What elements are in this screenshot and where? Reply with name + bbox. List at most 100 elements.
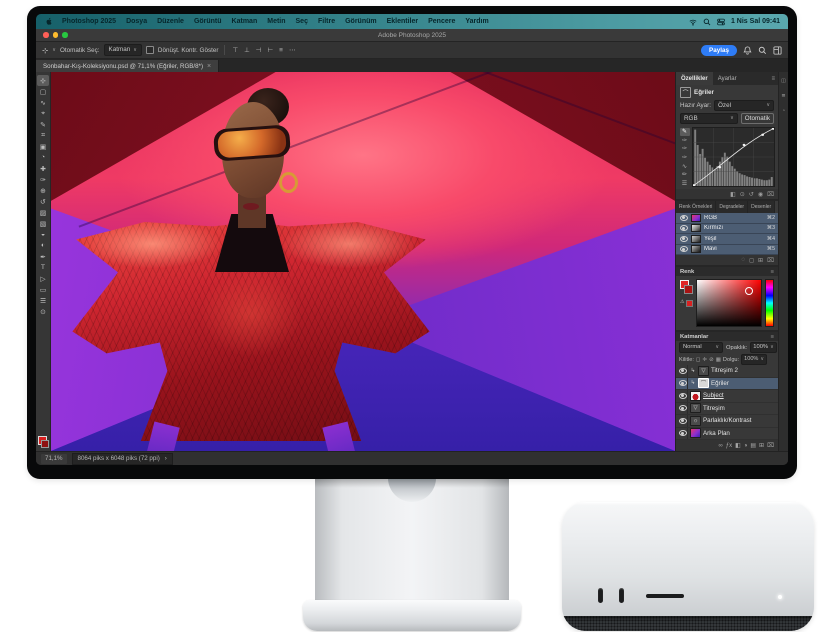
brush-tool[interactable]: ✑: [37, 174, 49, 185]
more-options-icon[interactable]: ⋯: [288, 46, 297, 54]
black-point-sampler-icon[interactable]: ✑: [680, 137, 690, 145]
blend-mode-select[interactable]: Normal ∨: [679, 342, 723, 353]
object-selection-tool[interactable]: ⌖: [37, 108, 49, 119]
layer-row-egriler[interactable]: ↳ ⌒ Eğriler: [676, 378, 778, 391]
toggle-visibility-icon[interactable]: ◉: [758, 191, 763, 198]
layer-thumbnail[interactable]: ☼: [690, 416, 701, 426]
layer-row-titresim[interactable]: ▽ Titreşim: [676, 403, 778, 416]
menu-item-eklentiler[interactable]: Eklentiler: [382, 18, 424, 25]
view-previous-state-icon[interactable]: ⊙: [740, 191, 745, 198]
document-tab[interactable]: Sonbahar-Kış-Koleksiyonu.psd @ 71,1% (Eğ…: [36, 60, 219, 72]
saturation-brightness-field[interactable]: [696, 279, 762, 327]
zoom-level[interactable]: 71,1%: [41, 454, 67, 464]
notifications-bell-icon[interactable]: [743, 46, 752, 55]
history-panel-icon[interactable]: ◔: [782, 108, 785, 114]
path-selection-tool[interactable]: ▷: [37, 273, 49, 284]
save-selection-icon[interactable]: ◻: [749, 257, 754, 264]
delete-channel-icon[interactable]: ⌧: [767, 257, 774, 264]
new-group-icon[interactable]: ▤: [750, 442, 756, 449]
document-canvas[interactable]: [51, 72, 675, 451]
menu-item-dosya[interactable]: Dosya: [121, 18, 152, 25]
align-left-icon[interactable]: ⊣: [255, 46, 263, 54]
eyedropper-tool[interactable]: ◔: [37, 152, 49, 163]
distribute-icon[interactable]: ≡: [278, 47, 284, 54]
history-brush-tool[interactable]: ↺: [37, 196, 49, 207]
layer-row-subject[interactable]: Subject: [676, 390, 778, 403]
panel-menu-icon[interactable]: ≡: [768, 72, 778, 85]
new-layer-icon[interactable]: ⊞: [759, 442, 764, 449]
pen-tool[interactable]: ✒: [37, 251, 49, 262]
auto-button[interactable]: Otomatik: [741, 113, 774, 124]
menu-item-gorunum[interactable]: Görünüm: [340, 18, 382, 25]
crop-tool[interactable]: ⌗: [37, 130, 49, 141]
preset-select[interactable]: Özel ∨: [714, 100, 774, 111]
lock-all-icon[interactable]: ▦: [716, 357, 721, 363]
gradient-tool[interactable]: ▧: [37, 218, 49, 229]
apple-logo-icon[interactable]: [44, 17, 53, 26]
delete-adjustment-icon[interactable]: ⌧: [767, 191, 774, 198]
gamut-color-chip[interactable]: [686, 300, 693, 307]
menu-item-yardim[interactable]: Yardım: [460, 18, 493, 25]
channel-row-red[interactable]: Kırmızı ⌘3: [676, 224, 778, 235]
background-color-swatch[interactable]: [684, 285, 693, 294]
layer-thumbnail[interactable]: ▽: [698, 366, 709, 376]
visibility-toggle[interactable]: [678, 403, 688, 415]
visibility-toggle[interactable]: [679, 246, 688, 252]
lock-artboard-icon[interactable]: ⊘: [709, 357, 714, 363]
edit-points-icon[interactable]: ✎: [680, 128, 690, 136]
targeted-adjustment-icon[interactable]: ☰: [680, 179, 690, 187]
search-icon[interactable]: [703, 18, 711, 26]
visibility-toggle[interactable]: [678, 378, 688, 390]
white-point-sampler-icon[interactable]: ✑: [680, 154, 690, 162]
hand-tool[interactable]: ☰: [37, 295, 49, 306]
new-adjustment-layer-icon[interactable]: ◑: [744, 443, 748, 449]
layer-thumbnail[interactable]: ⌒: [698, 378, 709, 388]
zoom-window-button[interactable]: [62, 32, 68, 38]
tab-properties[interactable]: Özellikler: [676, 72, 713, 85]
wifi-icon[interactable]: [689, 18, 697, 26]
layer-effects-icon[interactable]: ƒx: [726, 443, 732, 449]
eraser-tool[interactable]: ▨: [37, 207, 49, 218]
menu-item-metin[interactable]: Metin: [262, 18, 290, 25]
hue-slider[interactable]: [765, 279, 774, 327]
tab-gradients[interactable]: Degradeler: [716, 201, 748, 213]
panel-menu-icon[interactable]: ≡: [771, 269, 774, 275]
menu-item-filtre[interactable]: Filtre: [313, 18, 340, 25]
close-window-button[interactable]: [43, 32, 49, 38]
channel-row-green[interactable]: Yeşil ⌘4: [676, 234, 778, 245]
lasso-tool[interactable]: ∿: [37, 97, 49, 108]
layer-thumbnail[interactable]: [690, 391, 701, 401]
control-center-icon[interactable]: [717, 18, 725, 26]
tab-swatches[interactable]: Renk Örnekleri: [676, 201, 716, 213]
layer-thumbnail[interactable]: ▽: [690, 403, 701, 413]
share-button[interactable]: Paylaş: [701, 45, 737, 56]
panel-menu-icon[interactable]: ≡: [771, 334, 774, 340]
delete-layer-icon[interactable]: ⌧: [767, 442, 774, 449]
workspace-switcher-icon[interactable]: [773, 46, 782, 55]
menu-item-pencere[interactable]: Pencere: [423, 18, 460, 25]
layer-row-arkaplan[interactable]: Arka Plan: [676, 428, 778, 441]
visibility-toggle[interactable]: [679, 215, 688, 221]
move-tool[interactable]: ⊹: [37, 75, 49, 86]
visibility-toggle[interactable]: [679, 236, 688, 242]
fill-input[interactable]: 100% ∨: [741, 354, 767, 365]
close-tab-icon[interactable]: ×: [207, 63, 211, 70]
layer-row-parlaklik[interactable]: ☼ Parlaklık/Kontrast: [676, 415, 778, 428]
draw-curve-icon[interactable]: ✏: [680, 171, 690, 179]
marquee-tool[interactable]: ▢: [37, 86, 49, 97]
quick-selection-tool[interactable]: ✎: [37, 119, 49, 130]
visibility-toggle[interactable]: [678, 415, 688, 427]
lock-transparency-icon[interactable]: ◻: [696, 357, 701, 363]
opacity-input[interactable]: 100% ∨: [750, 342, 777, 353]
auto-select-dropdown[interactable]: Katman ∨: [104, 44, 142, 56]
menu-item-sec[interactable]: Seç: [291, 18, 313, 25]
channel-row-blue[interactable]: Mavi ⌘5: [676, 245, 778, 256]
menu-bar-clock[interactable]: 1 Nis Sal 09:41: [731, 18, 780, 25]
color-cursor[interactable]: [745, 287, 753, 295]
menu-item-duzenle[interactable]: Düzenle: [152, 18, 189, 25]
foreground-background-colors[interactable]: [37, 436, 49, 448]
channel-row-rgb[interactable]: RGB ⌘2: [676, 213, 778, 224]
menu-item-photoshop[interactable]: Photoshop 2025: [57, 18, 121, 25]
curves-plot[interactable]: [692, 127, 775, 187]
align-right-icon[interactable]: ⊢: [266, 46, 274, 54]
